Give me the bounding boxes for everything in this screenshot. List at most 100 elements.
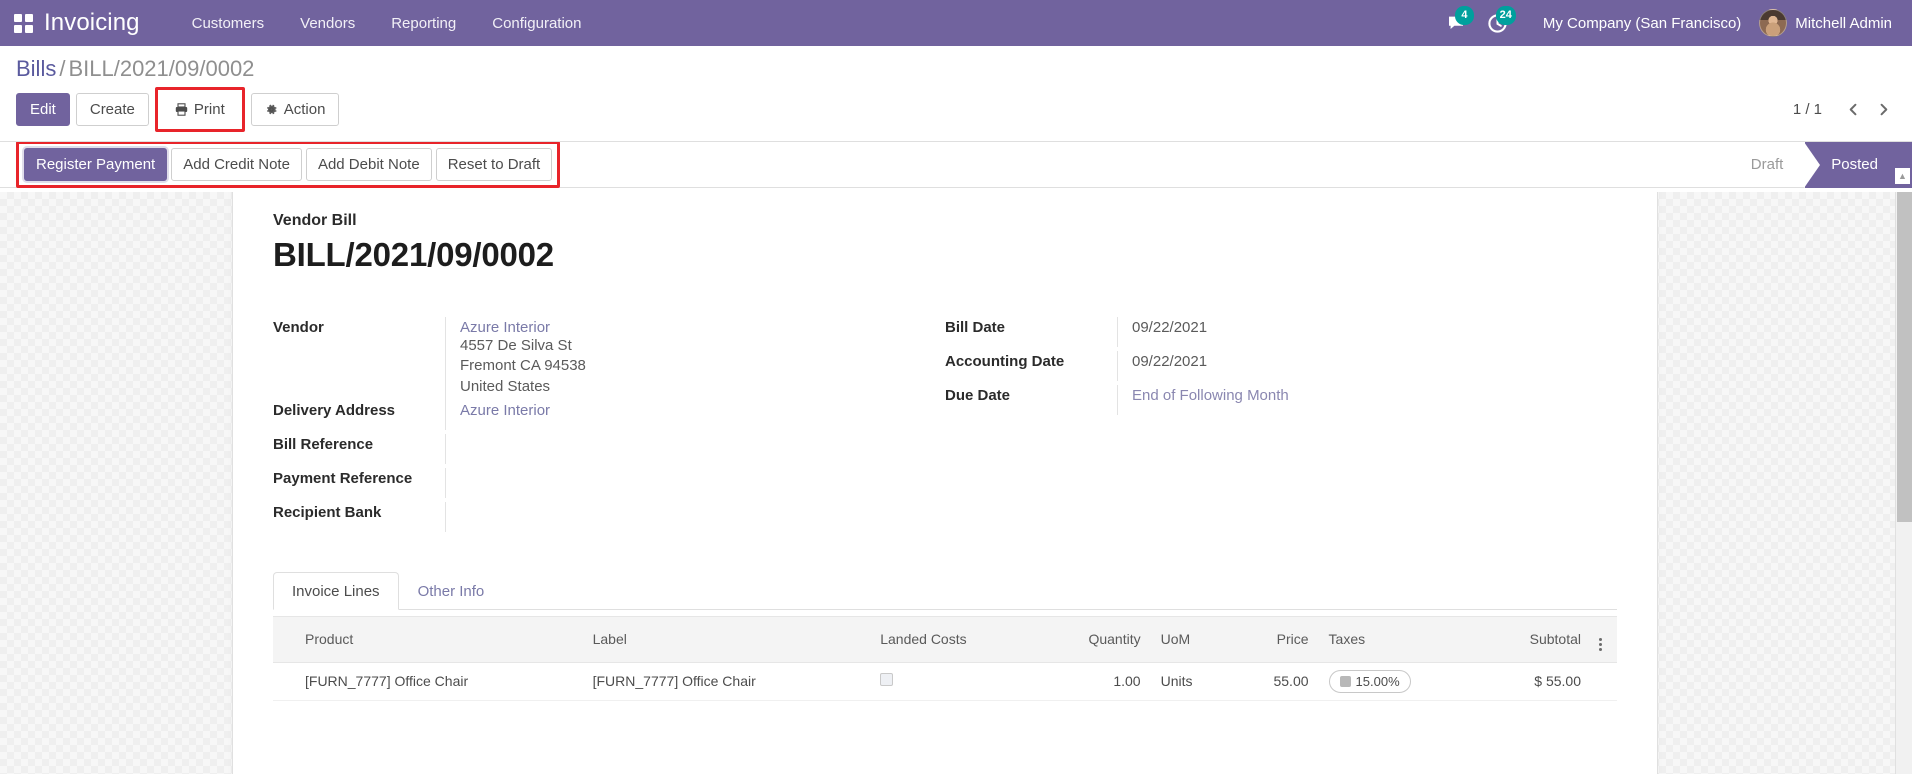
row-drag-handle[interactable] [273,662,295,701]
payment-reference-label: Payment Reference [273,469,413,487]
pager-previous-button[interactable] [1840,96,1866,122]
field-row-bill-date: Bill Date 09/22/2021 [945,316,1557,351]
vendor-address-line-3: United States [460,378,551,396]
recipient-bank-label: Recipient Bank [273,503,382,521]
menu-item-customers[interactable]: Customers [174,2,283,45]
invoice-lines-header: Product Label Landed Costs Quantity UoM … [273,615,1617,663]
apps-grid-icon[interactable] [8,8,38,38]
vertical-scrollbar[interactable] [1895,192,1912,774]
create-button[interactable]: Create [75,93,149,127]
stage-draft-label: Draft [1750,156,1784,174]
menu-item-vendors[interactable]: Vendors [282,2,373,45]
form-columns: Vendor Azure Interior 4557 De Silva St F… [273,316,1617,536]
header-drag-handle-column [273,615,295,663]
field-row-due-date: Due Date End of Following Month [945,384,1557,419]
chevron-right-icon [1880,103,1887,116]
record-action-buttons: Edit Create Print Action [16,87,340,133]
main-menu: Customers Vendors Reporting Configuratio… [174,2,600,45]
form-column-right: Bill Date 09/22/2021 Accounting Date 09/… [945,316,1617,536]
cell-product[interactable]: [FURN_7777] Office Chair [295,662,583,701]
table-header-row: Product Label Landed Costs Quantity UoM … [273,615,1617,663]
column-options-dots [1598,637,1602,651]
delivery-address-value[interactable]: Azure Interior [445,399,885,430]
messages-counter-badge: 4 [1454,6,1474,25]
stage-draft[interactable]: Draft [1725,142,1806,188]
header-uom[interactable]: UoM [1150,615,1233,663]
header-label[interactable]: Label [582,615,871,663]
cell-taxes[interactable]: 15.00% [1318,662,1479,701]
user-menu[interactable]: Mitchell Admin [1759,9,1896,37]
header-price[interactable]: Price [1232,615,1319,663]
bill-date-value[interactable]: 09/22/2021 [1117,316,1557,347]
bill-reference-value[interactable] [445,433,885,464]
accounting-date-label: Accounting Date [945,352,1065,370]
recipient-bank-value[interactable] [445,501,885,532]
pager-value[interactable]: 1 / 1 [1793,101,1836,118]
vendor-value[interactable]: Azure Interior 4557 De Silva St Fremont … [445,316,885,400]
tax-badge-label: 15.00% [1355,673,1400,689]
field-row-recipient-bank: Recipient Bank [273,501,885,536]
cell-price[interactable]: 55.00 [1232,662,1319,701]
form-column-left: Vendor Azure Interior 4557 De Silva St F… [273,316,945,536]
print-button[interactable]: Print [160,93,239,127]
add-credit-note-button[interactable]: Add Credit Note [171,148,302,182]
record-sheet: Vendor Bill BILL/2021/09/0002 Vendor Azu… [232,192,1658,774]
messages-button[interactable]: 4 [1435,0,1477,46]
scroll-up-arrow-icon[interactable]: ▲ [1895,168,1910,184]
dates-field-group: Bill Date 09/22/2021 Accounting Date 09/… [945,316,1557,419]
cell-label[interactable]: [FURN_7777] Office Chair [582,662,871,701]
register-payment-button[interactable]: Register Payment [24,148,168,182]
table-row[interactable]: [FURN_7777] Office Chair [FURN_7777] Off… [273,662,1617,701]
vendor-address-line-1: 4557 De Silva St [460,336,572,354]
cell-quantity[interactable]: 1.00 [1037,662,1151,701]
header-quantity[interactable]: Quantity [1037,615,1151,663]
header-subtotal[interactable]: Subtotal [1478,615,1591,663]
vendor-link[interactable]: Azure Interior [460,319,550,336]
tax-badge[interactable]: 15.00% [1328,669,1411,693]
status-buttons-annotation-box: Register Payment Add Credit Note Add Deb… [16,141,561,189]
form-content-area: Vendor Bill BILL/2021/09/0002 Vendor Azu… [0,192,1912,774]
cell-uom[interactable]: Units [1150,662,1233,701]
accounting-date-value[interactable]: 09/22/2021 [1117,350,1557,381]
breadcrumb-separator: / [59,56,66,81]
vendor-address-line-2: Fremont CA 94538 [460,357,586,375]
pager-next-button[interactable] [1870,96,1896,122]
field-row-accounting-date: Accounting Date 09/22/2021 [945,350,1557,385]
vertical-scrollbar-thumb[interactable] [1897,192,1912,522]
edit-button[interactable]: Edit [16,93,70,127]
invoice-lines-table: Product Label Landed Costs Quantity UoM … [273,615,1617,701]
activities-counter-badge: 24 [1495,6,1516,25]
payment-reference-value[interactable] [445,467,885,498]
top-navbar: Invoicing Customers Vendors Reporting Co… [0,0,1912,46]
cell-landed-costs[interactable] [870,662,1038,701]
notebook: Invoice Lines Other Info Product Label L… [273,571,1617,701]
reset-to-draft-button[interactable]: Reset to Draft [435,148,553,182]
add-debit-note-button[interactable]: Add Debit Note [305,148,432,182]
action-button-label: Action [283,101,326,119]
header-taxes[interactable]: Taxes [1318,615,1479,663]
action-button[interactable]: Action [250,93,340,127]
user-name-label: Mitchell Admin [1795,14,1892,32]
company-switcher[interactable]: My Company (San Francisco) [1519,15,1759,32]
activities-button[interactable]: 24 [1477,0,1519,46]
gear-icon [266,105,277,115]
app-brand-invoicing[interactable]: Invoicing [44,9,140,37]
header-landed-costs[interactable]: Landed Costs [870,615,1038,663]
tab-other-info[interactable]: Other Info [399,572,504,610]
chevron-left-icon [1849,103,1856,116]
apps-grid-glyph [13,13,33,33]
due-date-value[interactable]: End of Following Month [1117,384,1557,415]
menu-item-reporting[interactable]: Reporting [373,2,474,45]
due-date-link[interactable]: End of Following Month [1132,387,1289,404]
invoice-lines-body: [FURN_7777] Office Chair [FURN_7777] Off… [273,662,1617,701]
tax-remove-icon[interactable] [1339,675,1351,687]
column-options-icon[interactable] [1591,615,1617,663]
landed-costs-checkbox[interactable] [880,673,894,687]
control-panel: Bills / BILL/2021/09/0002 Edit Create Prin… [0,46,1912,143]
menu-item-configuration[interactable]: Configuration [474,2,599,45]
tab-invoice-lines[interactable]: Invoice Lines [273,571,399,610]
delivery-address-link[interactable]: Azure Interior [460,402,550,419]
breadcrumb-root-bills[interactable]: Bills [16,56,56,81]
header-product[interactable]: Product [295,615,583,663]
printer-icon [175,103,188,117]
